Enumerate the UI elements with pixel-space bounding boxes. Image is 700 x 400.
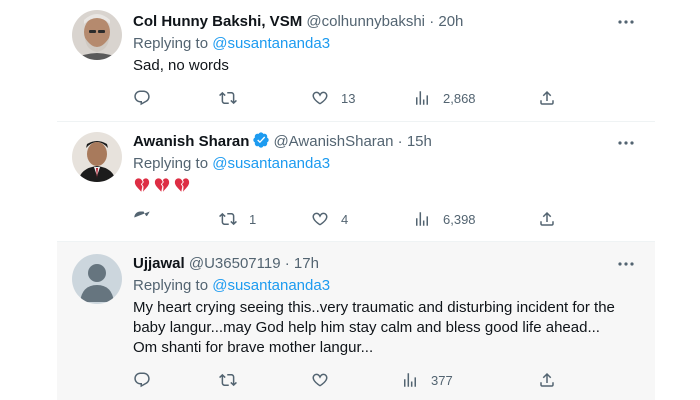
replying-to-label: Replying to: [133, 277, 209, 294]
reply-icon: [133, 371, 151, 389]
like-button[interactable]: 4: [311, 209, 348, 229]
avatar[interactable]: [72, 10, 122, 60]
like-button[interactable]: 13: [311, 88, 355, 108]
retweet-count: 1: [249, 211, 257, 227]
separator-dot: ·: [429, 13, 435, 30]
heart-icon: [311, 210, 329, 228]
tweet-actions: 377: [133, 370, 563, 390]
replying-to-label: Replying to: [133, 35, 209, 52]
replying-to: Replying to @susantananda3: [133, 276, 330, 296]
tweet-text: Sad, no words: [133, 57, 229, 74]
author-handle[interactable]: @U36507119: [189, 255, 281, 272]
author-name[interactable]: Awanish Sharan: [133, 133, 249, 150]
reply-button[interactable]: [133, 370, 163, 390]
replying-to: Replying to @susantananda3: [133, 154, 330, 174]
more-options-icon[interactable]: [617, 13, 635, 31]
mention-link[interactable]: @susantananda3: [212, 35, 330, 52]
tweet-reply[interactable]: Col Hunny Bakshi, VSM @colhunnybakshi · …: [57, 0, 655, 122]
separator-dot: ·: [284, 255, 290, 272]
timestamp[interactable]: 15h: [407, 133, 432, 150]
share-button[interactable]: [538, 209, 556, 229]
verified-badge-icon: [252, 131, 270, 156]
heart-icon: [311, 371, 329, 389]
default-avatar-icon[interactable]: [72, 254, 122, 304]
author-name[interactable]: Ujjawal: [133, 255, 185, 272]
emoji-row: [133, 176, 191, 200]
more-options-icon[interactable]: [617, 134, 635, 152]
share-button[interactable]: [538, 370, 556, 390]
share-icon: [538, 89, 556, 107]
tweet-header: Ujjawal @U36507119 · 17h: [133, 253, 615, 275]
tweet-text: [133, 176, 625, 200]
heart-icon: [311, 89, 329, 107]
replying-to-label: Replying to: [133, 155, 209, 172]
views-count: 377: [431, 372, 453, 388]
like-count: 4: [341, 211, 349, 227]
broken-heart-icon: [133, 176, 151, 200]
views-count: 2,868: [443, 90, 476, 106]
reply-icon: [133, 89, 151, 107]
author-name[interactable]: Col Hunny Bakshi, VSM: [133, 13, 302, 30]
views-icon: [413, 89, 431, 107]
replying-to: Replying to @susantananda3: [133, 34, 330, 54]
retweet-icon: [219, 210, 237, 228]
tweet-reply[interactable]: Awanish Sharan @AwanishSharan · 15h Reply…: [57, 122, 655, 242]
tweet-header: Awanish Sharan @AwanishSharan · 15h: [133, 131, 615, 153]
avatar[interactable]: [72, 132, 122, 182]
reply-icon: [133, 210, 151, 228]
broken-heart-icon: [153, 176, 171, 200]
retweet-icon: [219, 371, 237, 389]
retweet-button[interactable]: 1: [219, 209, 256, 229]
tweet-header: Col Hunny Bakshi, VSM @colhunnybakshi · …: [133, 11, 615, 33]
retweet-icon: [219, 89, 237, 107]
share-button[interactable]: [538, 88, 556, 108]
share-icon: [538, 210, 556, 228]
views-button[interactable]: 377: [401, 370, 453, 390]
mention-link[interactable]: @susantananda3: [212, 155, 330, 172]
views-icon: [401, 371, 419, 389]
tweet-actions: 1 4 6,398: [133, 209, 563, 229]
like-count: 13: [341, 90, 356, 106]
separator-dot: ·: [397, 133, 403, 150]
views-count: 6,398: [443, 211, 476, 227]
more-options-icon[interactable]: [617, 255, 635, 273]
broken-heart-icon: [173, 176, 191, 200]
views-icon: [413, 210, 431, 228]
timestamp[interactable]: 17h: [294, 255, 319, 272]
tweet-text: My heart crying seeing this..very trauma…: [133, 299, 615, 356]
retweet-button[interactable]: [219, 370, 249, 390]
mention-link[interactable]: @susantananda3: [212, 277, 330, 294]
tweet-reply[interactable]: Ujjawal @U36507119 · 17h Replying to @su…: [57, 242, 655, 400]
author-handle[interactable]: @AwanishSharan: [273, 133, 393, 150]
timestamp[interactable]: 20h: [438, 13, 463, 30]
author-handle[interactable]: @colhunnybakshi: [306, 13, 425, 30]
retweet-button[interactable]: [219, 88, 249, 108]
reply-button[interactable]: [133, 209, 163, 229]
share-icon: [538, 371, 556, 389]
views-button[interactable]: 6,398: [413, 209, 476, 229]
reply-button[interactable]: [133, 88, 163, 108]
like-button[interactable]: [311, 370, 341, 390]
views-button[interactable]: 2,868: [413, 88, 476, 108]
tweet-actions: 13 2,868: [133, 88, 563, 108]
